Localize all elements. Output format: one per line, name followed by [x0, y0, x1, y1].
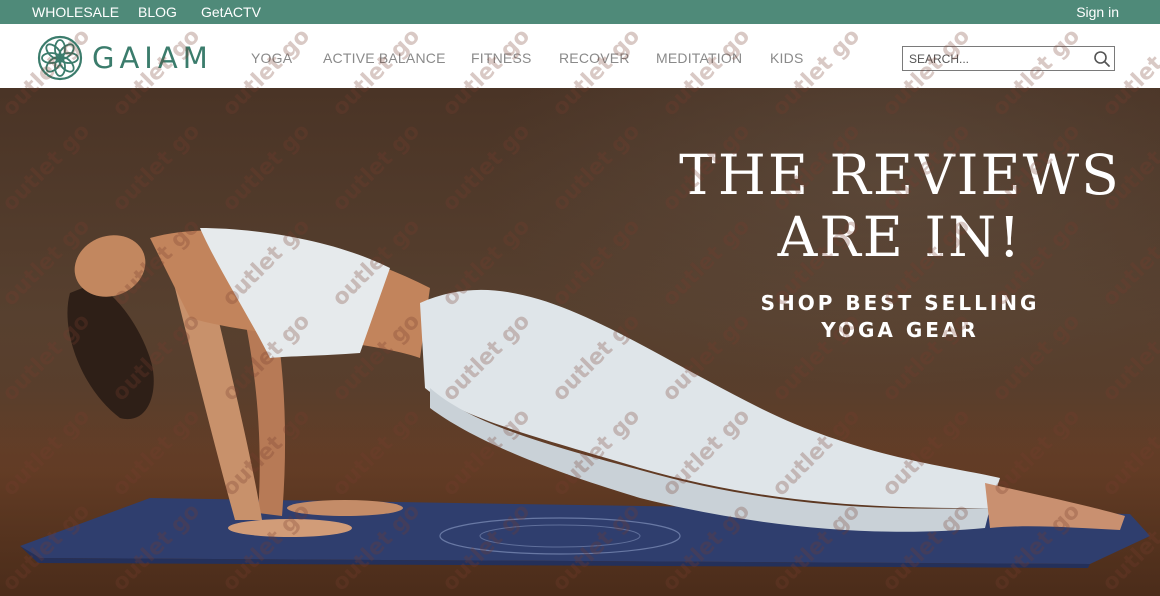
nav-yoga[interactable]: YOGA [251, 50, 292, 66]
hero-banner[interactable]: THE REVIEWS ARE IN! SHOP BEST SELLING YO… [0, 88, 1160, 596]
hero-headline-line-1: THE REVIEWS [679, 143, 1121, 207]
search-icon[interactable] [1093, 50, 1111, 73]
hero-headline: THE REVIEWS ARE IN! [660, 144, 1140, 268]
getactv-link[interactable]: GetACTV [201, 4, 261, 20]
search-box [902, 46, 1115, 71]
utility-bar: WHOLESALE BLOG GetACTV Sign in [0, 0, 1160, 24]
wholesale-link[interactable]: WHOLESALE [32, 4, 119, 20]
search-input[interactable] [909, 50, 1089, 67]
nav-fitness[interactable]: FITNESS [471, 50, 532, 66]
site-header: GAIAM YOGA ACTIVE BALANCE FITNESS RECOVE… [0, 24, 1160, 88]
shop-best-selling-link[interactable]: SHOP BEST SELLING YOGA GEAR [660, 290, 1140, 344]
nav-meditation[interactable]: MEDITATION [656, 50, 742, 66]
cta-line-2: YOGA GEAR [821, 318, 979, 342]
gaiam-flower-logo-icon [37, 35, 83, 81]
blog-link[interactable]: BLOG [138, 4, 177, 20]
nav-recover[interactable]: RECOVER [559, 50, 630, 66]
sign-in-link[interactable]: Sign in [1076, 4, 1119, 20]
gaiam-logo[interactable]: GAIAM [37, 35, 217, 81]
hero-headline-line-2: ARE IN! [777, 205, 1023, 269]
nav-kids[interactable]: KIDS [770, 50, 803, 66]
nav-active-balance[interactable]: ACTIVE BALANCE [323, 50, 446, 66]
cta-line-1: SHOP BEST SELLING [760, 291, 1040, 315]
brand-wordmark: GAIAM [92, 41, 213, 75]
